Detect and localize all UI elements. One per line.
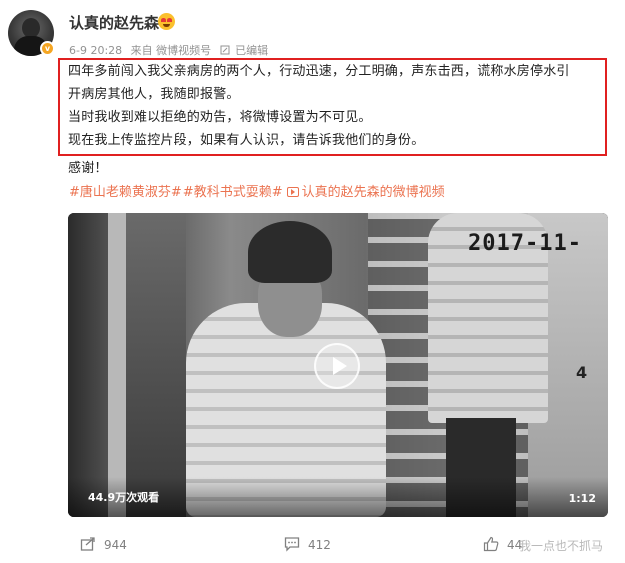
share-icon <box>80 537 95 551</box>
avatar-figure-head <box>22 18 40 38</box>
post-meta: 6-9 20:28 来自 微博视频号 已编辑 <box>69 42 273 58</box>
video-scene-doorframe <box>108 213 126 517</box>
share-button[interactable]: 944 <box>80 536 127 552</box>
video-scene-wall <box>126 213 186 517</box>
post-text-line-2: 开病房其他人，我随即报警。 <box>68 87 240 102</box>
heart-eyes-badge-icon <box>158 13 175 30</box>
post-text-line-1: 四年多前闯入我父亲病房的两个人，行动迅速，分工明确，声东击西，谎称水房停水引 <box>68 64 570 79</box>
video-player[interactable]: 2017-11- 4 44.9万次观看 1:12 <box>68 213 608 517</box>
play-icon[interactable] <box>314 343 360 389</box>
topic-tag[interactable]: #唐山老赖黄淑芬# <box>69 185 182 200</box>
username[interactable]: 认真的赵先森 <box>69 12 159 33</box>
topic-tag[interactable]: #教科书式耍赖# <box>183 185 283 200</box>
watermark: 我一点也不抓马 <box>519 539 604 553</box>
post-text-line-3: 当时我收到难以拒绝的劝告，将微博设置为不可见。 <box>68 110 372 125</box>
post-date[interactable]: 6-9 20:28 <box>69 44 122 57</box>
comment-icon <box>284 537 300 552</box>
video-scene-door <box>68 213 108 517</box>
post-text-line-4: 现在我上传监控片段，如果有人认识，请告诉我他们的身份。 <box>68 133 425 148</box>
share-count: 944 <box>104 538 127 552</box>
video-link[interactable]: 认真的赵先森的微博视频 <box>302 185 445 200</box>
post-text-thanks: 感谢！ <box>68 161 108 176</box>
comment-count: 412 <box>308 538 331 552</box>
verified-badge-icon: v <box>40 41 55 56</box>
thumbs-up-icon <box>483 536 499 552</box>
video-link-icon <box>286 187 299 197</box>
topic-tags: #唐山老赖黄淑芬##教科书式耍赖# 认真的赵先森的微博视频 <box>69 181 446 200</box>
post-source[interactable]: 来自 微博视频号 <box>131 44 212 57</box>
edited-label[interactable]: 已编辑 <box>235 44 268 57</box>
video-timestamp-overlay: 2017-11- <box>468 231 582 256</box>
video-scene-person-left-hat <box>248 221 332 283</box>
comment-button[interactable]: 412 <box>284 536 331 552</box>
video-camera-number: 4 <box>576 363 588 382</box>
edit-icon <box>220 45 230 55</box>
video-view-count: 44.9万次观看 <box>88 491 160 504</box>
like-button[interactable]: 44 <box>483 536 522 552</box>
video-duration: 1:12 <box>568 492 596 505</box>
